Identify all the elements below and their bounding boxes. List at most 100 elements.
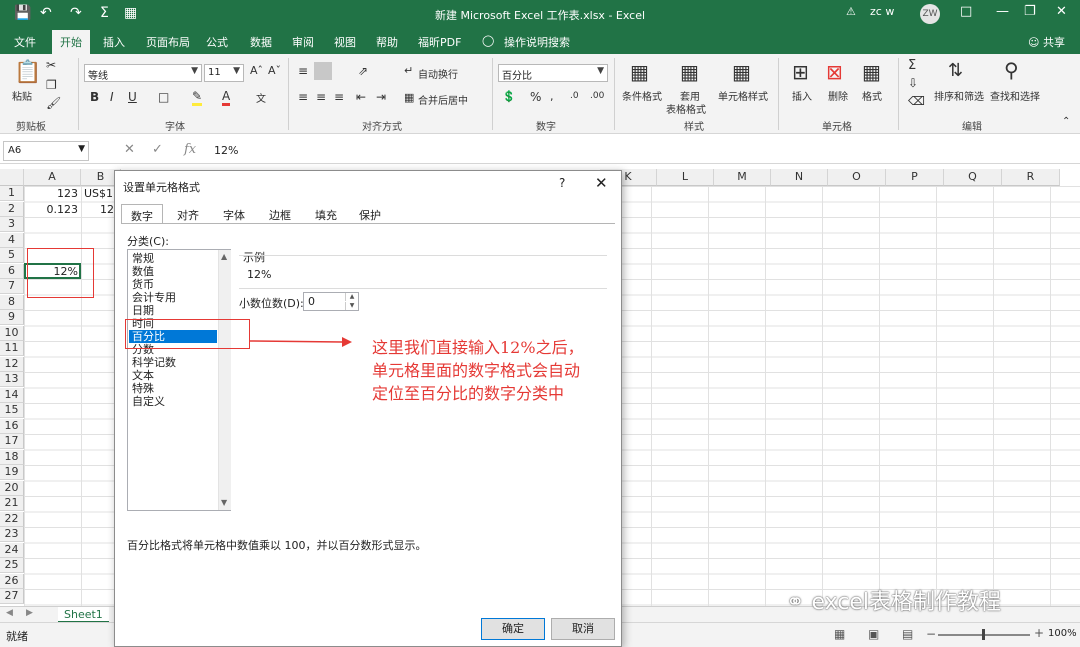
increase-decimal-icon[interactable]: .0: [570, 91, 579, 101]
autosum-ribbon-icon[interactable]: Σ: [908, 58, 916, 73]
tab-file[interactable]: 文件: [14, 34, 36, 50]
row-header[interactable]: 21: [0, 496, 24, 511]
column-header-p[interactable]: P: [886, 169, 944, 186]
category-special[interactable]: 特殊: [132, 382, 154, 395]
insert-cells-button[interactable]: 插入: [792, 88, 812, 103]
confirm-entry-icon[interactable]: ✓: [152, 142, 163, 157]
row-header[interactable]: 3: [0, 217, 24, 232]
merge-center-button[interactable]: 合并后居中: [418, 92, 468, 107]
row-header[interactable]: 17: [0, 434, 24, 449]
tab-home[interactable]: 开始: [52, 30, 90, 54]
tab-formulas[interactable]: 公式: [206, 34, 228, 50]
select-all-corner[interactable]: [0, 169, 24, 186]
tab-font[interactable]: 字体: [213, 204, 255, 223]
sort-filter-icon[interactable]: ⇅: [948, 60, 963, 81]
row-header[interactable]: 25: [0, 558, 24, 573]
row-header[interactable]: 18: [0, 449, 24, 465]
font-color-icon[interactable]: A: [222, 89, 231, 106]
accounting-icon[interactable]: 💲: [502, 90, 516, 103]
row-header[interactable]: 27: [0, 589, 24, 604]
number-format-combo[interactable]: 百分比 ▼: [498, 64, 608, 82]
fill-color-icon[interactable]: ✎: [192, 89, 203, 106]
formula-input[interactable]: 12%: [214, 144, 238, 157]
comma-icon[interactable]: ,: [550, 90, 554, 103]
scroll-down-icon[interactable]: ▼: [221, 498, 227, 507]
font-size-combo[interactable]: 11 ▼: [204, 64, 244, 82]
tell-me-search[interactable]: 操作说明搜索: [504, 34, 570, 50]
phonetic-icon[interactable]: 文: [256, 90, 266, 105]
decrement-icon[interactable]: ▼: [345, 302, 358, 310]
row-header[interactable]: 12: [0, 356, 24, 372]
scroll-up-icon[interactable]: ▲: [221, 252, 227, 261]
delete-cells-button[interactable]: 删除: [828, 88, 848, 103]
underline-icon[interactable]: U: [128, 90, 137, 104]
ribbon-display-icon[interactable]: □: [960, 4, 972, 19]
column-header-r[interactable]: R: [1002, 169, 1060, 186]
minimize-icon[interactable]: —: [996, 4, 1009, 19]
tab-foxit-pdf[interactable]: 福昕PDF: [418, 34, 461, 50]
tab-fill[interactable]: 填充: [305, 204, 347, 223]
row-header[interactable]: 22: [0, 511, 24, 527]
row-header[interactable]: 14: [0, 387, 24, 403]
page-layout-view-icon[interactable]: ▣: [868, 627, 879, 641]
column-header-o[interactable]: O: [828, 169, 886, 186]
close-window-icon[interactable]: ✕: [1056, 4, 1067, 19]
zoom-in-icon[interactable]: +: [1034, 626, 1044, 640]
category-number[interactable]: 数值: [132, 265, 154, 278]
bold-icon[interactable]: B: [90, 90, 99, 104]
warning-icon[interactable]: ⚠: [846, 5, 856, 18]
find-select-button[interactable]: 查找和选择: [990, 88, 1040, 103]
format-as-table-line2[interactable]: 表格格式: [666, 101, 706, 116]
wrap-text-button[interactable]: 自动换行: [418, 66, 458, 81]
row-header[interactable]: 5: [0, 248, 24, 263]
row-header[interactable]: 20: [0, 480, 24, 496]
format-cells-icon[interactable]: ▦: [862, 60, 881, 84]
shrink-font-icon[interactable]: Aˇ: [268, 64, 281, 77]
row-header[interactable]: 15: [0, 403, 24, 418]
column-header-a[interactable]: A: [24, 169, 81, 186]
row-header[interactable]: 24: [0, 542, 24, 558]
ok-button[interactable]: 确定: [481, 618, 545, 640]
row-header[interactable]: 9: [0, 310, 24, 325]
orientation-icon[interactable]: ⇗: [358, 64, 368, 78]
merge-icon[interactable]: ▦: [404, 91, 414, 104]
align-center-icon[interactable]: ≡: [316, 90, 326, 104]
row-header[interactable]: 2: [0, 201, 24, 217]
tab-alignment[interactable]: 对齐: [167, 204, 209, 223]
increment-icon[interactable]: ▲: [345, 293, 358, 301]
align-right-icon[interactable]: ≡: [334, 90, 344, 104]
wrap-text-icon[interactable]: ↵: [404, 64, 413, 77]
conditional-format-icon[interactable]: ▦: [630, 60, 649, 84]
paste-icon[interactable]: 📋: [14, 60, 41, 85]
category-custom[interactable]: 自定义: [132, 395, 165, 408]
category-scrollbar[interactable]: ▲ ▼: [218, 250, 231, 510]
category-text[interactable]: 文本: [132, 369, 154, 382]
category-accounting[interactable]: 会计专用: [132, 291, 176, 304]
column-header-q[interactable]: Q: [944, 169, 1002, 186]
cell-styles-icon[interactable]: ▦: [732, 60, 751, 84]
name-box[interactable]: A6 ▼: [3, 141, 89, 161]
cell-a1[interactable]: 123: [28, 187, 78, 200]
category-currency[interactable]: 货币: [132, 278, 154, 291]
cell-styles-button[interactable]: 单元格样式: [718, 88, 768, 103]
fill-icon[interactable]: ⇩: [908, 76, 918, 90]
tab-page-layout[interactable]: 页面布局: [146, 34, 190, 50]
tab-help[interactable]: 帮助: [376, 34, 398, 50]
borders-icon[interactable]: □: [158, 90, 169, 104]
close-icon[interactable]: ✕: [595, 174, 608, 192]
row-header[interactable]: 6: [0, 263, 24, 279]
insert-function-icon[interactable]: fx: [184, 142, 196, 157]
align-left-icon[interactable]: ≡: [298, 90, 308, 104]
sheet-tab-sheet1[interactable]: Sheet1: [58, 607, 109, 623]
page-break-view-icon[interactable]: ▤: [902, 627, 913, 641]
format-cells-button[interactable]: 格式: [862, 88, 882, 103]
row-header[interactable]: 4: [0, 232, 24, 248]
row-header[interactable]: 16: [0, 418, 24, 434]
tab-insert[interactable]: 插入: [103, 34, 125, 50]
tab-data[interactable]: 数据: [250, 34, 272, 50]
normal-view-icon[interactable]: ▦: [834, 627, 845, 641]
tab-protection[interactable]: 保护: [349, 204, 391, 223]
cell-a2[interactable]: 0.123: [28, 203, 79, 216]
restore-icon[interactable]: ❐: [1024, 4, 1036, 19]
cell-b2[interactable]: 12: [84, 203, 114, 216]
